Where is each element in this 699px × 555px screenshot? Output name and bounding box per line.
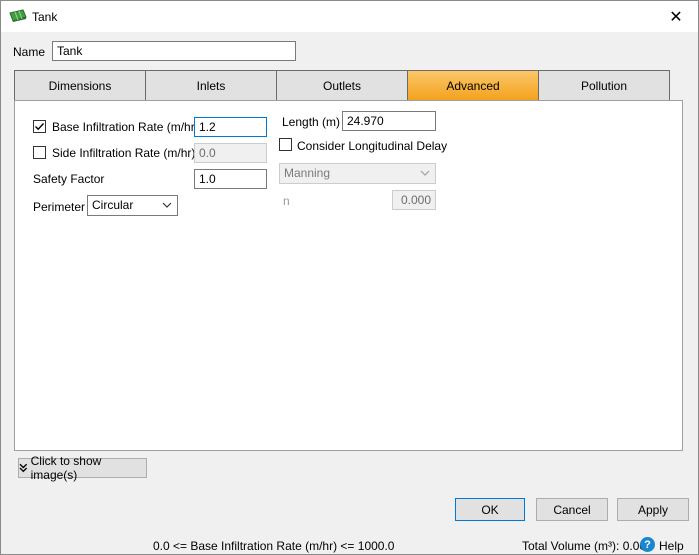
base-infiltration-label: Base Infiltration Rate (m/hr) [52, 120, 199, 134]
perimeter-label: Perimeter [33, 200, 86, 214]
side-infiltration-label: Side Infiltration Rate (m/hr) [52, 146, 196, 160]
tank-app-icon [9, 9, 27, 22]
n-input: 0.000 [392, 190, 436, 210]
chevron-down-icon [420, 170, 430, 176]
constraint-hint: 0.0 <= Base Infiltration Rate (m/hr) <= … [153, 539, 395, 553]
ok-button[interactable]: OK [455, 498, 525, 521]
perimeter-selected: Circular [92, 198, 134, 212]
window-title: Tank [32, 10, 58, 24]
total-volume: Total Volume (m³): 0.000 [522, 539, 653, 553]
friction-method-selected: Manning [284, 166, 331, 180]
safety-factor-input[interactable]: 1.0 [194, 169, 267, 189]
cancel-button[interactable]: Cancel [536, 498, 608, 521]
tab-advanced[interactable]: Advanced [407, 70, 539, 101]
tab-outlets[interactable]: Outlets [276, 70, 408, 101]
name-label: Name [13, 45, 46, 59]
friction-method-select: Manning [279, 163, 436, 184]
help-icon[interactable]: ? [640, 537, 655, 552]
base-infiltration-checkbox[interactable] [33, 120, 46, 133]
longitudinal-delay-checkbox[interactable] [279, 138, 292, 151]
tab-inlets[interactable]: Inlets [145, 70, 277, 101]
close-button[interactable]: ✕ [654, 1, 698, 32]
tab-pollution[interactable]: Pollution [538, 70, 670, 101]
base-infiltration-input[interactable]: 1.2 [194, 117, 267, 137]
perimeter-select[interactable]: Circular [87, 195, 178, 216]
n-label: n [283, 194, 290, 208]
longitudinal-delay-label: Consider Longitudinal Delay [297, 139, 448, 153]
help-link[interactable]: Help [659, 539, 684, 553]
length-label: Length (m) [282, 115, 341, 129]
side-infiltration-input: 0.0 [194, 143, 267, 163]
tank-dialog: Tank ✕ Name Tank Dimensions Inlets Outle… [0, 0, 699, 555]
checkmark-icon [35, 123, 45, 131]
apply-button[interactable]: Apply [617, 498, 689, 521]
show-images-label: Click to show image(s) [30, 454, 102, 482]
chevron-down-icon [162, 202, 172, 208]
tab-dimensions[interactable]: Dimensions [14, 70, 146, 101]
close-icon: ✕ [669, 8, 683, 26]
length-input[interactable]: 24.970 [342, 111, 436, 131]
name-input[interactable]: Tank [52, 41, 296, 61]
show-images-button[interactable]: Click to show image(s) [18, 454, 147, 482]
double-chevron-down-icon [19, 463, 28, 473]
side-infiltration-checkbox[interactable] [33, 146, 46, 159]
title-bar: Tank ✕ [1, 1, 698, 32]
safety-factor-label: Safety Factor [33, 172, 105, 186]
